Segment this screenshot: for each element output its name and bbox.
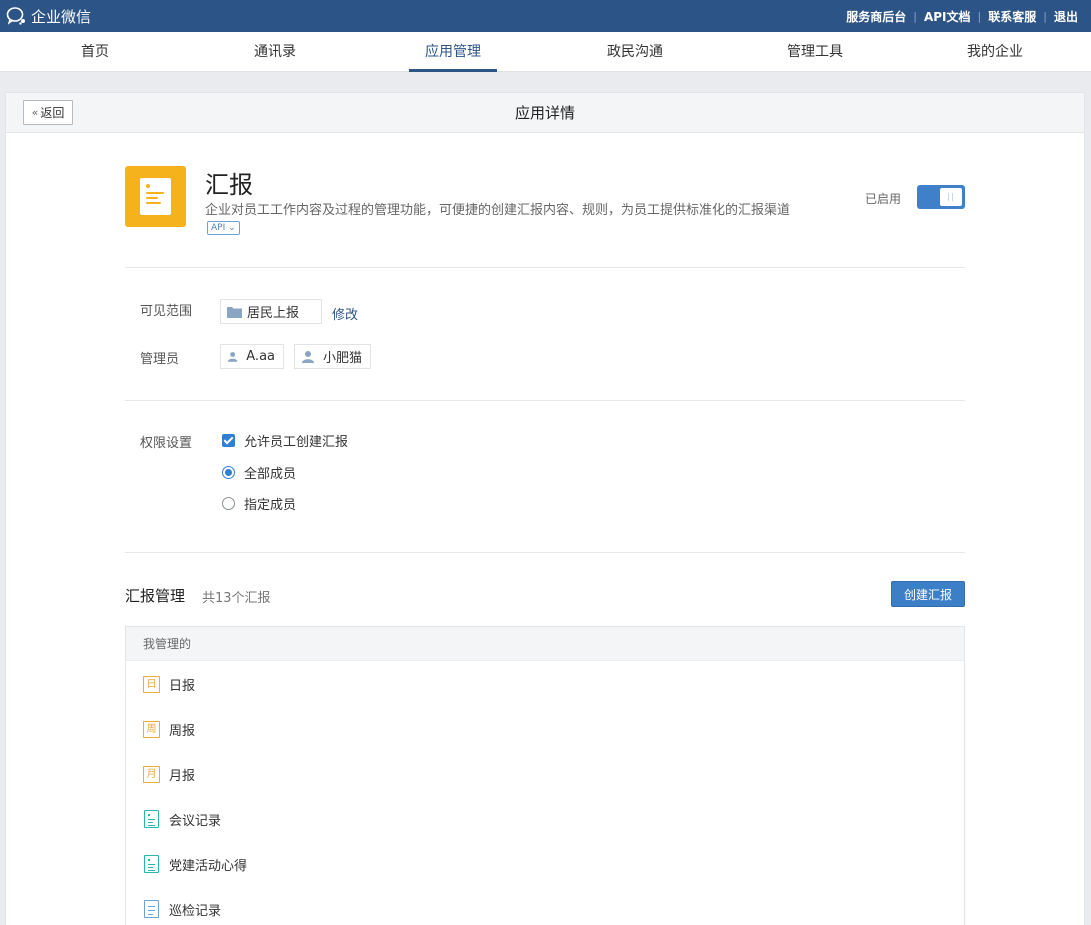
double-chevron-left-icon: «	[31, 106, 39, 119]
service-provider-link[interactable]: 服务商后台	[839, 8, 913, 25]
page-title: 应用详情	[514, 104, 575, 122]
wecom-logo-icon	[6, 7, 25, 25]
tab-contacts[interactable]: 通讯录	[230, 32, 320, 72]
main-nav: 首页 通讯录 应用管理 政民沟通 管理工具 我的企业	[0, 32, 1091, 72]
toggle-knob	[940, 188, 962, 206]
reports-list: 我管理的 日 日报 周 周报 月 月报 会议记录 党建活动心得 巡检记录	[125, 626, 965, 925]
top-bar: 企业微信 服务商后台 | API文档 | 联系客服 | 退出	[0, 0, 1091, 32]
app-detail-card: 应用详情 « 返回 汇报 企业对员工工作内容及过程的管理功能，可便捷的创建汇报内…	[5, 92, 1085, 925]
card-header: 应用详情 « 返回	[6, 93, 1084, 133]
contact-support-link[interactable]: 联系客服	[981, 8, 1043, 25]
list-item-monthly-report[interactable]: 月 月报	[143, 764, 195, 784]
reports-count: 共13个汇报	[202, 591, 271, 606]
admin-name: A.aa	[246, 349, 275, 364]
visibility-scope-chip: 居民上报	[220, 299, 322, 324]
tab-management-tools[interactable]: 管理工具	[770, 32, 860, 72]
list-item-label: 党建活动心得	[169, 858, 248, 874]
logout-link[interactable]: 退出	[1047, 8, 1085, 25]
document-icon	[144, 855, 159, 873]
logo-text: 企业微信	[31, 7, 92, 26]
enable-toggle[interactable]	[917, 185, 965, 209]
document-icon	[144, 810, 159, 828]
modify-visibility-link[interactable]: 修改	[332, 304, 358, 323]
all-members-option[interactable]: 全部成员	[222, 463, 296, 482]
all-members-radio[interactable]	[222, 466, 235, 479]
create-report-button[interactable]: 创建汇报	[891, 581, 965, 607]
user-icon	[302, 351, 314, 363]
status-label: 已启用	[865, 192, 902, 206]
specified-members-option[interactable]: 指定成员	[222, 494, 296, 513]
tab-citizen-communication[interactable]: 政民沟通	[590, 32, 680, 72]
list-item-meeting-record[interactable]: 会议记录	[143, 809, 221, 829]
list-item-party-activity[interactable]: 党建活动心得	[143, 854, 247, 874]
back-button[interactable]: « 返回	[23, 100, 73, 125]
admins-label: 管理员	[140, 352, 180, 367]
week-icon: 周	[143, 720, 160, 738]
all-members-label: 全部成员	[244, 467, 297, 482]
specified-members-radio[interactable]	[222, 497, 235, 510]
list-item-label: 巡检记录	[169, 903, 222, 919]
api-tag-label: API	[211, 223, 226, 233]
back-label: 返回	[40, 106, 65, 120]
specified-members-label: 指定成员	[244, 498, 297, 513]
visibility-label: 可见范围	[140, 304, 193, 319]
chevron-down-icon: ⌄	[228, 223, 236, 233]
list-item-label: 会议记录	[169, 813, 222, 829]
reports-section-title: 汇报管理	[125, 587, 186, 605]
divider	[125, 552, 965, 553]
permissions-label: 权限设置	[140, 436, 193, 451]
api-docs-link[interactable]: API文档	[917, 8, 978, 25]
tab-home[interactable]: 首页	[50, 32, 140, 72]
admin-chip: A.aa	[220, 344, 284, 369]
top-links: 服务商后台 | API文档 | 联系客服 | 退出	[839, 0, 1085, 32]
list-item-label: 月报	[169, 768, 196, 784]
list-item-weekly-report[interactable]: 周 周报	[143, 719, 195, 739]
month-icon: 月	[143, 765, 160, 783]
allow-create-option[interactable]: 允许员工创建汇报	[222, 431, 348, 450]
divider	[125, 267, 965, 268]
list-item-inspection-record[interactable]: 巡检记录	[143, 899, 221, 919]
divider	[125, 400, 965, 401]
tab-app-management[interactable]: 应用管理	[409, 32, 497, 72]
logo[interactable]: 企业微信	[6, 6, 91, 26]
list-item-label: 日报	[169, 678, 196, 694]
allow-create-label: 允许员工创建汇报	[244, 435, 349, 450]
folder-icon	[227, 306, 242, 318]
admin-chip: 小肥猫	[294, 344, 371, 369]
tab-my-enterprise[interactable]: 我的企业	[950, 32, 1040, 72]
admin-name: 小肥猫	[323, 351, 363, 366]
document-icon	[144, 900, 159, 918]
app-name: 汇报	[205, 171, 253, 199]
visibility-scope: 居民上报	[247, 306, 300, 321]
api-dropdown[interactable]: API ⌄	[207, 221, 240, 235]
list-item-label: 周报	[169, 723, 196, 739]
list-item-daily-report[interactable]: 日 日报	[143, 674, 195, 694]
day-icon: 日	[143, 675, 160, 693]
user-icon	[227, 352, 238, 362]
list-group-header: 我管理的	[126, 627, 964, 661]
app-description: 企业对员工工作内容及过程的管理功能，可便捷的创建汇报内容、规则，为员工提供标准化…	[205, 203, 791, 218]
report-app-icon	[125, 166, 186, 227]
allow-create-checkbox[interactable]	[222, 434, 235, 447]
